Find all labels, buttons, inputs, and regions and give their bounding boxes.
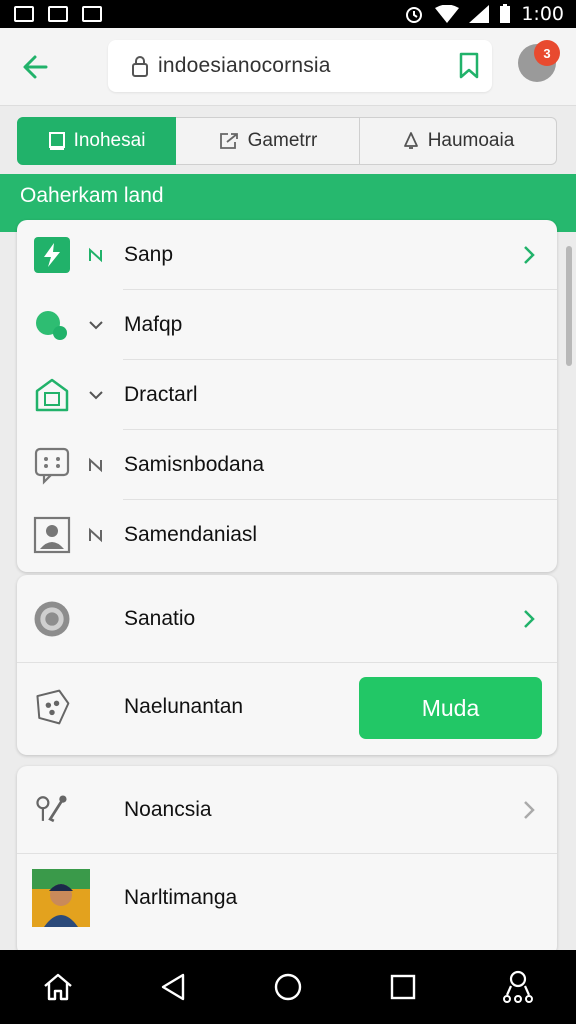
play-store-icon xyxy=(82,6,102,22)
list-item-mafqp[interactable]: Mafqp xyxy=(17,290,557,360)
notification-badge: 3 xyxy=(534,40,560,66)
back-triangle-icon[interactable] xyxy=(151,965,195,1009)
tab-label: Inohesai xyxy=(73,130,146,151)
expand-caret-icon xyxy=(89,527,102,543)
status-bar: 1:00 xyxy=(0,0,576,28)
bell-icon xyxy=(403,132,418,149)
tab-gametrr[interactable]: Gametrr xyxy=(176,117,360,165)
list-card-secondary: Sanatio Naelunantan Muda xyxy=(17,575,557,755)
expand-caret-icon xyxy=(89,247,102,263)
chat-bubble-icon xyxy=(32,305,72,345)
app-notification-icon xyxy=(48,6,68,22)
list-item-sanp[interactable]: Sanp xyxy=(17,220,557,290)
house-icon xyxy=(32,375,72,415)
portrait-icon xyxy=(32,515,72,555)
home-circle-icon[interactable] xyxy=(266,965,310,1009)
bookmark-icon[interactable] xyxy=(458,52,480,85)
list-item-samendaniasl[interactable]: Samendaniasl xyxy=(17,500,557,570)
chevron-right-icon xyxy=(524,801,535,819)
expand-caret-icon xyxy=(89,457,102,473)
list-card-tertiary: Noancsia Narltimanga xyxy=(17,766,557,956)
tab-bar: Inohesai Gametrr Haumoaia xyxy=(17,117,557,165)
list-item-naelunantan[interactable]: Naelunantan Muda xyxy=(17,663,557,751)
message-icon xyxy=(32,445,72,485)
chevron-right-icon xyxy=(524,610,535,628)
tab-label: Haumoaia xyxy=(427,130,515,151)
address-bar[interactable]: indoesianocornsia xyxy=(108,40,492,92)
back-arrow-icon[interactable] xyxy=(18,50,54,84)
list-item-label: Sanp xyxy=(124,243,174,266)
chevron-right-icon xyxy=(524,246,535,264)
list-item-dractarl[interactable]: Dractarl xyxy=(17,360,557,430)
list-item-label: Sanatio xyxy=(124,607,196,630)
microphone-icon xyxy=(32,790,72,830)
recents-square-icon[interactable] xyxy=(381,965,425,1009)
alarm-icon xyxy=(406,7,423,23)
tab-label: Gametrr xyxy=(247,130,318,151)
tablet-icon xyxy=(48,132,65,150)
export-icon xyxy=(219,133,238,149)
list-item-label: Noancsia xyxy=(124,798,212,821)
chevron-down-icon xyxy=(89,391,103,400)
list-item-label: Dractarl xyxy=(124,383,198,406)
list-item-label: Samisnbodana xyxy=(124,453,265,476)
scrollbar[interactable] xyxy=(566,246,572,366)
tab-haumoaia[interactable]: Haumoaia xyxy=(360,117,557,165)
profile-photo-icon xyxy=(32,869,90,927)
wifi-icon xyxy=(435,5,460,23)
target-icon xyxy=(32,599,72,639)
list-item-narltimanga[interactable]: Narltimanga xyxy=(17,854,557,942)
list-card-primary: Sanp Mafqp Dractarl Samisnbodana Samenda… xyxy=(17,220,557,572)
lock-icon xyxy=(132,56,148,77)
list-item-label: Narltimanga xyxy=(124,886,238,909)
chevron-down-icon xyxy=(89,321,103,330)
clock: 1:00 xyxy=(521,3,564,25)
signal-icon xyxy=(469,5,490,23)
list-item-label: Mafqp xyxy=(124,313,183,336)
list-item-label: Naelunantan xyxy=(124,695,244,718)
list-item-label: Samendaniasl xyxy=(124,523,258,546)
accessibility-icon[interactable] xyxy=(496,965,540,1009)
section-title: Oaherkam land xyxy=(20,184,164,207)
list-item-noancsia[interactable]: Noancsia xyxy=(17,766,557,854)
muda-button[interactable]: Muda xyxy=(359,677,542,739)
url-text: indoesianocornsia xyxy=(158,54,331,77)
list-item-sanatio[interactable]: Sanatio xyxy=(17,575,557,663)
tab-inohesai[interactable]: Inohesai xyxy=(17,117,176,165)
image-icon xyxy=(14,6,34,22)
lightning-icon xyxy=(32,235,72,275)
home-icon[interactable] xyxy=(36,965,80,1009)
battery-icon xyxy=(500,4,511,23)
system-nav-bar xyxy=(0,950,576,1024)
app-bar: indoesianocornsia 3 xyxy=(0,28,576,106)
shield-icon xyxy=(32,687,72,727)
list-item-samisnbodana[interactable]: Samisnbodana xyxy=(17,430,557,500)
